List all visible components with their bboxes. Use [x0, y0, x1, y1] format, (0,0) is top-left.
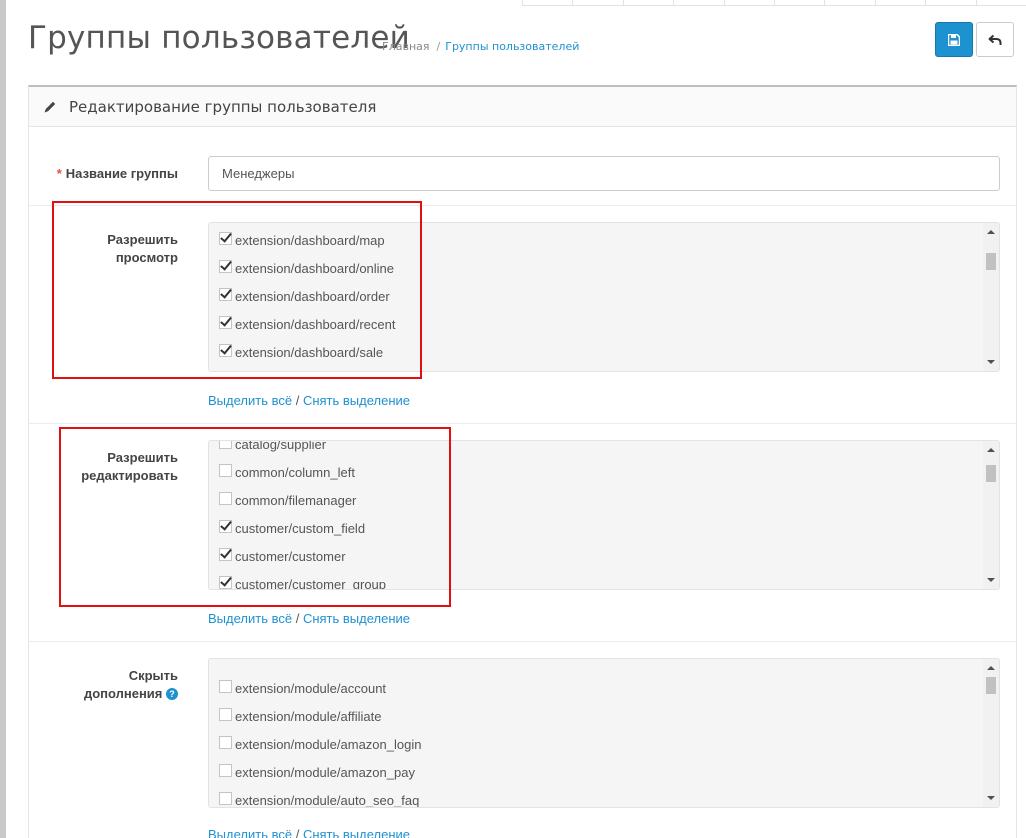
permission-label: customer/customer — [235, 548, 346, 564]
permission-label: extension/dashboard/recent — [235, 316, 396, 332]
permission-checkbox[interactable] — [219, 231, 232, 245]
breadcrumb-separator: / — [436, 40, 441, 53]
permission-checkbox[interactable] — [219, 491, 232, 505]
modify-select-links: Выделить всё / Снять выделение — [208, 611, 411, 626]
panel-heading: Редактирование группы пользователя — [29, 87, 1016, 127]
breadcrumb-user-groups-link[interactable]: Группы пользователей — [445, 40, 579, 53]
permission-checkbox[interactable] — [219, 547, 232, 561]
breadcrumb-home-link[interactable]: Главная — [382, 40, 430, 53]
save-button[interactable] — [935, 22, 973, 57]
hide-list-scrollbar[interactable] — [983, 659, 999, 807]
modify-permission-list[interactable]: catalog/supplier common/column_leftcommon… — [208, 440, 1000, 590]
permission-label: common/filemanager — [235, 492, 357, 508]
permission-checkbox[interactable] — [219, 575, 232, 589]
modify-unselect-all-link[interactable]: Снять выделение — [303, 611, 410, 626]
access-list-scrollbar[interactable] — [983, 223, 999, 371]
hide-extensions-label: Скрыть дополнения ? — [83, 668, 178, 701]
panel-heading-title: Редактирование группы пользователя — [69, 97, 377, 116]
help-icon[interactable]: ? — [166, 688, 178, 700]
permission-checkbox[interactable] — [219, 735, 232, 749]
modify-list-scrollbar[interactable] — [983, 441, 999, 589]
pencil-icon — [44, 101, 56, 112]
page-title: Группы пользователей — [28, 20, 410, 56]
permission-item[interactable]: extension/dashboard/online — [219, 254, 981, 282]
permission-label: extension/module/amazon_pay — [235, 764, 415, 780]
row-divider — [29, 205, 1016, 206]
permission-label: extension/module/amazon_login — [235, 736, 422, 752]
permission-checkbox[interactable] — [219, 441, 232, 449]
permission-item[interactable]: common/column_left — [219, 458, 981, 486]
permission-label: common/column_left — [235, 464, 355, 480]
access-permission-list[interactable]: extension/dashboard/map extension/dashboa… — [208, 222, 1000, 372]
permission-checkbox[interactable] — [219, 259, 232, 273]
permission-label: extension/dashboard/map — [235, 232, 385, 248]
group-name-label: * Название группы — [56, 166, 178, 181]
permission-checkbox[interactable] — [219, 707, 232, 721]
permission-label: extension/module/auto_seo_faq — [235, 792, 420, 808]
access-select-all-link[interactable]: Выделить всё — [208, 393, 292, 408]
permission-checkbox[interactable] — [219, 315, 232, 329]
permission-item[interactable]: extension/module/amazon_pay — [219, 758, 981, 786]
permission-item[interactable]: extension/module/amazon_login — [219, 730, 981, 758]
permission-checkbox[interactable] — [219, 343, 232, 357]
hide-unselect-all-link[interactable]: Снять выделение — [303, 827, 410, 838]
permission-checkbox[interactable] — [219, 463, 232, 477]
permission-label: customer/custom_field — [235, 520, 366, 536]
permission-label: catalog/supplier — [235, 440, 327, 452]
permission-item[interactable]: common/filemanager — [219, 486, 981, 514]
permission-checkbox[interactable] — [219, 519, 232, 533]
access-permission-label: Разрешить просмотр — [107, 232, 178, 265]
permission-checkbox[interactable] — [219, 287, 232, 301]
permission-item[interactable]: extension/dashboard/sale — [219, 338, 981, 366]
permission-item[interactable]: catalog/supplier — [219, 440, 981, 458]
access-unselect-all-link[interactable]: Снять выделение — [303, 393, 410, 408]
permission-label: extension/module/account — [235, 680, 387, 696]
top-nav-strip — [522, 0, 1026, 6]
hide-select-all-link[interactable]: Выделить всё — [208, 827, 292, 838]
required-mark: * — [56, 166, 62, 181]
permission-checkbox[interactable] — [219, 763, 232, 777]
modify-permission-label: Разрешить редактировать — [81, 450, 178, 483]
permission-checkbox[interactable] — [219, 791, 232, 805]
back-button[interactable] — [976, 22, 1014, 57]
permission-label: extension/dashboard/order — [235, 288, 390, 304]
reply-arrow-icon — [988, 34, 1002, 45]
hide-select-links: Выделить всё / Снять выделение — [208, 827, 410, 838]
permission-item[interactable]: customer/customer — [219, 542, 981, 570]
permission-label: extension/dashboard/online — [235, 260, 395, 276]
permission-item[interactable]: extension/dashboard/map — [219, 226, 981, 254]
modify-select-all-link[interactable]: Выделить всё — [208, 611, 292, 626]
permission-item[interactable]: extension/dashboard/order — [219, 282, 981, 310]
permission-item[interactable]: customer/customer_group — [219, 570, 981, 590]
floppy-disk-icon — [948, 33, 960, 46]
permission-checkbox[interactable] — [219, 679, 232, 693]
access-select-links: Выделить всё / Снять выделение — [208, 393, 411, 408]
permission-item[interactable]: extension/module/account — [219, 674, 981, 702]
permission-item[interactable]: extension/module/affiliate — [219, 702, 981, 730]
permission-item[interactable]: extension/module/auto_seo_faq — [219, 786, 981, 808]
permission-label: extension/dashboard/sale — [235, 344, 384, 360]
permission-label: extension/module/affiliate — [235, 708, 382, 724]
hide-extensions-list[interactable]: extension/module/account extension/module… — [208, 658, 1000, 808]
group-name-input[interactable]: Менеджеры — [208, 156, 1000, 191]
row-divider — [29, 423, 1016, 424]
permission-item[interactable]: extension/dashboard/recent — [219, 310, 981, 338]
permission-item[interactable]: customer/custom_field — [219, 514, 981, 542]
permission-label: customer/customer_group — [235, 576, 387, 590]
breadcrumb: Главная / Группы пользователей — [382, 40, 579, 53]
left-sidebar-edge — [0, 0, 6, 838]
row-divider — [29, 641, 1016, 642]
